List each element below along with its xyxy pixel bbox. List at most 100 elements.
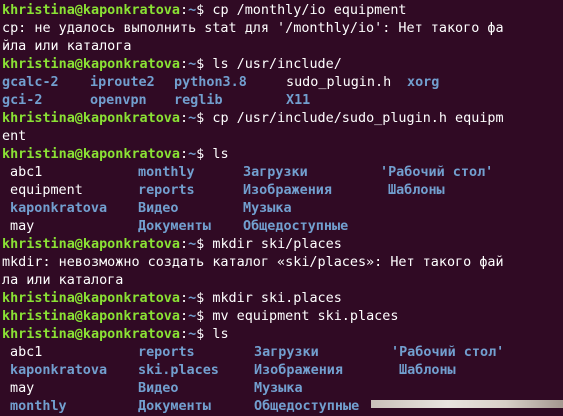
directory-entry: Видео	[138, 381, 179, 396]
prompt-line: khristina@kaponkratova:~$ cp /usr/includ…	[2, 110, 563, 128]
ls-cell: abc1	[2, 344, 138, 362]
ls-cell: X11	[286, 92, 407, 110]
ls-cell: abc1	[2, 164, 138, 182]
prompt-separator: :	[179, 291, 189, 306]
directory-entry: gcalc-2	[2, 75, 59, 90]
prompt-line: khristina@kaponkratova:~$ ls	[2, 146, 563, 164]
prompt-path: ~	[188, 291, 197, 306]
ls-output-row: gcalc-2 iproute2 python3.8 sudo_plugin.h xor…	[2, 74, 563, 92]
prompt-symbol: $	[196, 237, 213, 252]
output-line: йла или каталога	[2, 39, 132, 54]
directory-entry: Общедоступные	[254, 399, 360, 414]
prompt-user-host: khristina@kaponkratova	[2, 111, 180, 126]
webcam-overlay-image	[371, 400, 563, 408]
ls-cell: Шаблоны	[391, 362, 521, 380]
ls-output-row: gci-2 openvpn reglib X11	[2, 92, 563, 110]
directory-entry: Документы	[138, 399, 211, 414]
ls-cell: openvpn	[90, 92, 174, 110]
ls-cell: may	[2, 218, 138, 236]
prompt-path: ~	[188, 147, 197, 162]
ls-cell: Изображения	[254, 362, 391, 380]
prompt-separator: :	[179, 147, 189, 162]
ls-cell: Общедоступные	[243, 218, 380, 236]
prompt-separator: :	[179, 111, 189, 126]
directory-entry: Изображения	[254, 363, 343, 378]
prompt-symbol: $	[196, 3, 213, 18]
file-entry: sudo_plugin.h	[286, 75, 392, 90]
directory-entry: openvpn	[90, 93, 147, 108]
directory-entry: Музыка	[243, 201, 292, 216]
prompt-separator: :	[179, 327, 189, 342]
directory-entry: gci-2	[2, 93, 43, 108]
directory-entry: xorg	[407, 75, 440, 90]
directory-entry: Видео	[138, 201, 179, 216]
ls-cell: Видео	[138, 380, 254, 398]
ls-cell: reports	[138, 182, 243, 200]
ls-output-row: equipment reports Изображения Шаблоны	[2, 182, 563, 200]
prompt-path: ~	[188, 237, 197, 252]
prompt-line: khristina@kaponkratova:~$ ls	[2, 326, 563, 344]
ls-cell: Загрузки	[254, 344, 391, 362]
ls-cell: Музыка	[243, 200, 380, 218]
prompt-symbol: $	[196, 111, 213, 126]
prompt-path: ~	[188, 327, 197, 342]
directory-entry: reglib	[174, 93, 223, 108]
ls-cell: kaponkratova	[2, 362, 138, 380]
prompt-path: ~	[188, 309, 197, 324]
directory-entry: monthly	[138, 165, 195, 180]
directory-entry: reports	[138, 183, 195, 198]
prompt-user-host: khristina@kaponkratova	[2, 3, 180, 18]
prompt-line: khristina@kaponkratova:~$ mv equipment s…	[2, 308, 563, 326]
ls-cell: sudo_plugin.h	[286, 74, 407, 92]
command-text: mv equipment ski.places	[212, 309, 399, 324]
ls-cell: xorg	[407, 74, 467, 92]
ls-cell: 'Рабочий стол'	[380, 164, 510, 182]
prompt-line: khristina@kaponkratova:~$ mkdir ski.plac…	[2, 290, 563, 308]
prompt-separator: :	[179, 237, 189, 252]
file-entry: equipment	[10, 183, 83, 198]
prompt-user-host: khristina@kaponkratova	[2, 147, 180, 162]
prompt-symbol: $	[196, 291, 213, 306]
ls-cell: Музыка	[254, 380, 391, 398]
ls-cell: may	[2, 380, 138, 398]
directory-entry: python3.8	[174, 75, 247, 90]
ls-cell: Документы	[138, 398, 254, 416]
file-entry: abc1	[10, 165, 43, 180]
prompt-user-host: khristina@kaponkratova	[2, 309, 180, 324]
command-text: cp /monthly/io equipment	[212, 3, 407, 18]
directory-entry: 'Рабочий стол'	[380, 165, 494, 180]
prompt-symbol: $	[196, 57, 213, 72]
terminal-output: khristina@kaponkratova:~$ cp /monthly/io…	[2, 2, 563, 416]
command-text: mkdir ski/places	[212, 237, 342, 252]
command-text: mkdir ski.places	[212, 291, 342, 306]
directory-entry: Общедоступные	[243, 219, 349, 234]
directory-entry: kaponkratova	[10, 201, 108, 216]
terminal-window[interactable]: { "colors": { "background": "#300a24", "…	[0, 0, 563, 414]
ls-cell: gci-2	[2, 92, 90, 110]
ls-cell: Загрузки	[243, 164, 380, 182]
directory-entry: reports	[138, 345, 195, 360]
command-text: cp /usr/include/sudo_plugin.h equipm	[212, 111, 504, 126]
directory-entry: Изображения	[243, 183, 332, 198]
prompt-line: khristina@kaponkratova:~$ mkdir ski/plac…	[2, 236, 563, 254]
ls-cell: Изображения	[243, 182, 380, 200]
ls-cell: 'Рабочий стол'	[391, 344, 521, 362]
directory-entry: Загрузки	[243, 165, 308, 180]
ls-output-row: may Видео Музыка	[2, 380, 563, 398]
ls-cell: python3.8	[174, 74, 286, 92]
directory-entry: Загрузки	[254, 345, 319, 360]
directory-entry: Музыка	[254, 381, 303, 396]
prompt-user-host: khristina@kaponkratova	[2, 327, 180, 342]
ls-cell: kaponkratova	[2, 200, 138, 218]
directory-entry: X11	[286, 93, 311, 108]
ls-cell: monthly	[138, 164, 243, 182]
ls-output-row: abc1 monthly Загрузки 'Рабочий стол'	[2, 164, 563, 182]
directory-entry: 'Рабочий стол'	[391, 345, 505, 360]
prompt-separator: :	[179, 3, 189, 18]
directory-entry: monthly	[10, 399, 67, 414]
prompt-symbol: $	[196, 309, 213, 324]
ls-cell: equipment	[2, 182, 138, 200]
ls-cell: reglib	[174, 92, 286, 110]
directory-entry: iproute2	[90, 75, 155, 90]
command-text: ls	[212, 147, 229, 162]
